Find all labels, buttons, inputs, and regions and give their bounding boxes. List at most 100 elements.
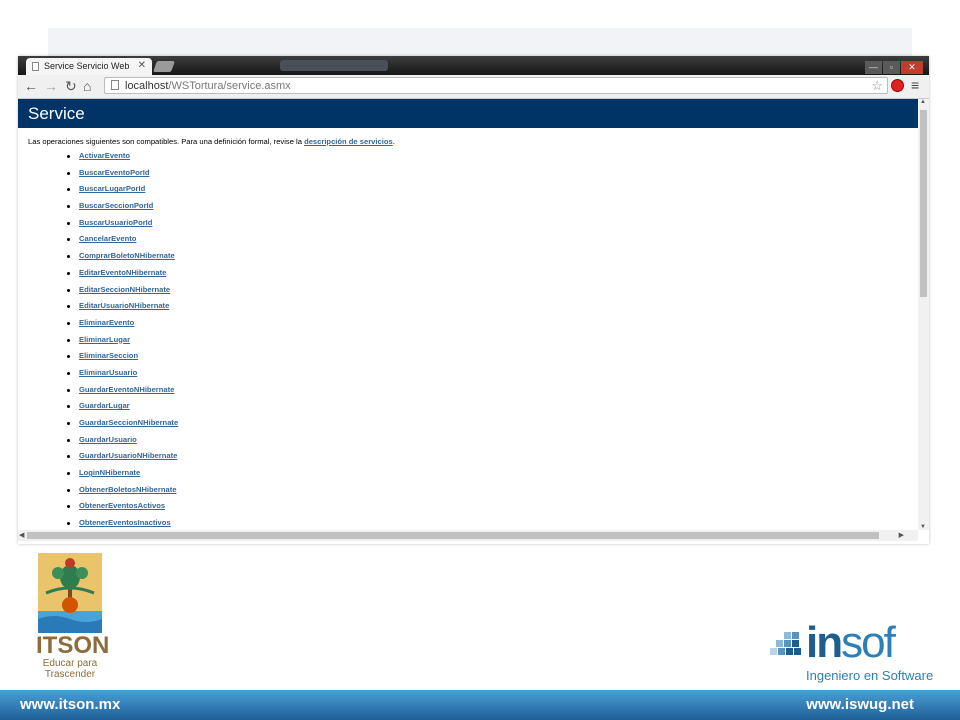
operation-link[interactable]: EliminarLugar <box>79 335 130 344</box>
insof-tagline: Ingeniero en Software <box>806 668 934 683</box>
new-tab-button[interactable] <box>152 61 176 72</box>
browser-window: Service Servicio Web ✕ — ▫ ✕ ← → ↻ ⌂ local… <box>18 56 929 544</box>
operation-link[interactable]: GuardarUsuario <box>79 435 137 444</box>
operation-link[interactable]: LoginNHibernate <box>79 468 140 477</box>
menu-icon[interactable]: ≡ <box>911 77 919 93</box>
bullet-icon <box>67 155 70 158</box>
url-host: localhost <box>125 80 169 92</box>
background-tab[interactable] <box>280 60 388 71</box>
operation-item: BuscarSeccionPorId <box>18 201 918 218</box>
scroll-down-icon[interactable]: ▼ <box>920 524 926 530</box>
horizontal-scroll-thumb[interactable] <box>27 532 879 539</box>
bookmark-star-icon[interactable]: ☆ <box>871 78 883 94</box>
operation-item: EliminarLugar <box>18 335 918 352</box>
itson-slogan: Educar para Trascender <box>36 658 104 680</box>
operation-link[interactable]: EliminarEvento <box>79 318 134 327</box>
itson-wordmark: ITSON <box>36 632 110 659</box>
operation-link[interactable]: BuscarSeccionPorId <box>79 201 153 210</box>
operation-item: EliminarUsuario <box>18 368 918 385</box>
operations-list: ActivarEvento BuscarEventoPorId BuscarLuga… <box>18 151 918 530</box>
bullet-icon <box>67 171 70 175</box>
operation-link[interactable]: GuardarEventoNHibernate <box>79 385 174 394</box>
operation-link[interactable]: ObtenerBoletosNHibernate <box>79 485 176 494</box>
operation-link[interactable]: BuscarUsuarioPorId <box>79 218 152 227</box>
tab-close-icon[interactable]: ✕ <box>138 60 146 71</box>
operation-item: GuardarSeccionNHibernate <box>18 418 918 435</box>
address-bar[interactable]: localhost/WSTortura/service.asmx ☆ <box>104 77 888 94</box>
bullet-icon <box>67 371 70 375</box>
tab-service[interactable]: Service Servicio Web ✕ <box>26 58 152 75</box>
operation-link[interactable]: BuscarEventoPorId <box>79 168 149 177</box>
operation-item: ObtenerBoletosNHibernate <box>18 485 918 502</box>
operation-link[interactable]: GuardarLugar <box>79 401 130 410</box>
operation-link[interactable]: ComprarBoletoNHibernate <box>79 251 175 260</box>
operation-item: GuardarEventoNHibernate <box>18 385 918 402</box>
bullet-icon <box>67 422 70 425</box>
itson-logo: ITSON Educar para Trascender <box>36 553 110 685</box>
extension-icon[interactable] <box>891 79 904 92</box>
horizontal-scrollbar[interactable]: ◀ ▶ <box>18 530 918 541</box>
footer-itson-url: www.itson.mx <box>20 696 121 713</box>
bullet-icon <box>67 338 70 342</box>
home-icon[interactable]: ⌂ <box>83 77 91 95</box>
scroll-right-icon[interactable]: ▶ <box>899 531 904 539</box>
operation-link[interactable]: GuardarUsuarioNHibernate <box>79 451 177 460</box>
bullet-icon <box>67 188 70 192</box>
bullet-icon <box>67 271 70 275</box>
operation-link[interactable]: ObtenerEventosActivos <box>79 501 165 510</box>
forward-icon[interactable]: → <box>44 77 58 95</box>
operation-link[interactable]: EliminarSeccion <box>79 351 138 360</box>
itson-emblem-icon <box>38 553 102 633</box>
window-controls: — ▫ ✕ <box>864 57 923 74</box>
bullet-icon <box>67 405 70 409</box>
operation-link[interactable]: EditarEventoNHibernate <box>79 268 166 277</box>
insof-squares-icon <box>770 632 801 655</box>
operation-link[interactable]: EditarSeccionNHibernate <box>79 285 170 294</box>
bullet-icon <box>67 505 70 509</box>
operation-link[interactable]: ObtenerEventosInactivos <box>79 518 171 527</box>
browser-toolbar: ← → ↻ ⌂ localhost/WSTortura/service.asmx… <box>18 75 929 99</box>
operation-item: LoginNHibernate <box>18 468 918 485</box>
operation-item: BuscarLugarPorId <box>18 184 918 201</box>
reload-icon[interactable]: ↻ <box>65 77 77 95</box>
operation-link[interactable]: ActivarEvento <box>79 151 130 160</box>
operation-item: GuardarLugar <box>18 401 918 418</box>
bullet-icon <box>67 355 70 359</box>
page-info-icon[interactable] <box>111 80 119 90</box>
slide-footer: www.itson.mx www.iswug.net <box>0 690 960 720</box>
operation-link[interactable]: BuscarLugarPorId <box>79 184 145 193</box>
operation-item: ObtenerEventosActivos <box>18 501 918 518</box>
operation-link[interactable]: CancelarEvento <box>79 234 136 243</box>
vertical-scroll-thumb[interactable] <box>920 110 927 297</box>
bullet-icon <box>67 488 70 492</box>
close-window-button[interactable]: ✕ <box>901 61 923 74</box>
operation-item: EliminarEvento <box>18 318 918 335</box>
maximize-button[interactable]: ▫ <box>883 61 900 74</box>
slide-top-band <box>48 28 912 58</box>
minimize-button[interactable]: — <box>865 61 882 74</box>
service-description-link[interactable]: descripción de servicios <box>304 137 393 146</box>
itson-slogan-line1: Educar para <box>42 658 98 669</box>
operation-item: EliminarSeccion <box>18 351 918 368</box>
bullet-icon <box>67 205 70 209</box>
back-icon[interactable]: ← <box>24 77 38 95</box>
operation-item: GuardarUsuario <box>18 435 918 452</box>
page-viewport: Service Las operaciones siguientes son c… <box>18 99 918 530</box>
vertical-scrollbar[interactable]: ▲ ▼ <box>918 99 929 530</box>
operation-link[interactable]: EliminarUsuario <box>79 368 137 377</box>
bullet-icon <box>67 305 70 309</box>
page-icon <box>32 62 39 71</box>
operation-link[interactable]: EditarUsuarioNHibernate <box>79 301 169 310</box>
insof-sof: sof <box>841 618 896 667</box>
bullet-icon <box>67 388 70 392</box>
operation-item: CancelarEvento <box>18 234 918 251</box>
itson-slogan-line2: Trascender <box>44 669 96 680</box>
bullet-icon <box>67 255 70 259</box>
operation-item: ObtenerEventosInactivos <box>18 518 918 530</box>
scroll-left-icon[interactable]: ◀ <box>19 531 24 539</box>
url-path: /WSTortura/service.asmx <box>168 80 291 92</box>
bullet-icon <box>67 221 70 225</box>
operation-link[interactable]: GuardarSeccionNHibernate <box>79 418 178 427</box>
bullet-icon <box>67 472 70 476</box>
scroll-up-icon[interactable]: ▲ <box>920 99 926 105</box>
